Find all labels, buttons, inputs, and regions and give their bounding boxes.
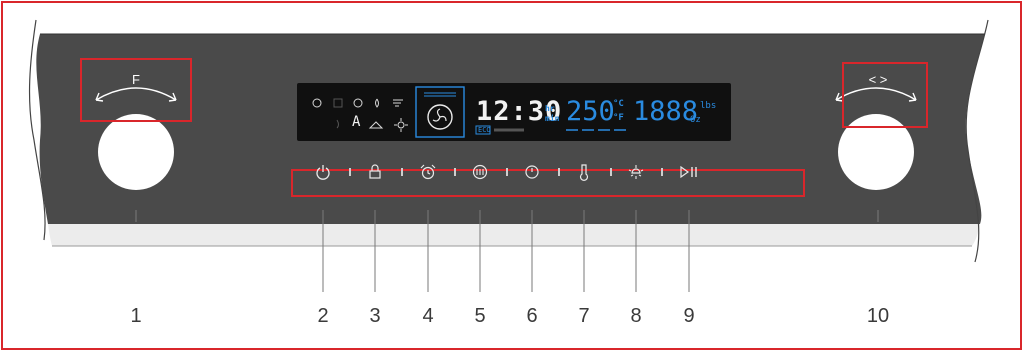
callout-10: 10: [866, 305, 890, 327]
weight-unit-lbs: lbs: [700, 101, 717, 111]
lock-icon: [369, 164, 381, 179]
callout-5: 5: [474, 305, 486, 327]
fast-preheat-icon: [472, 164, 488, 180]
callout-4: 4: [422, 305, 434, 327]
separator: [610, 168, 612, 176]
thermometer-icon: [579, 164, 589, 181]
alarm-icon: [420, 164, 436, 180]
power-icon: [316, 165, 330, 180]
play-pause-button[interactable]: [676, 161, 702, 183]
weight-readout: 1888: [633, 96, 699, 127]
callout-9: 9: [683, 305, 695, 327]
fast-preheat-button[interactable]: [467, 161, 493, 183]
timer-button[interactable]: [519, 161, 545, 183]
callout-3: 3: [369, 305, 381, 327]
separator: [454, 168, 456, 176]
knob-function-highlight: [80, 58, 192, 122]
callout-2: 2: [317, 305, 329, 327]
callout-6: 6: [526, 305, 538, 327]
temperature-readout: 250: [566, 96, 615, 127]
callout-1: 1: [130, 305, 142, 327]
light-button[interactable]: [623, 161, 649, 183]
temp-unit-f: °F: [613, 113, 624, 123]
time-unit-min: min: [545, 114, 560, 123]
mode-letter: A: [352, 114, 361, 130]
knob-function-label: F: [132, 72, 140, 87]
knob-adjust-label: < >: [868, 72, 888, 87]
separator: [661, 168, 663, 176]
oven-control-panel: [28, 19, 989, 292]
time-unit-hr: hr: [545, 104, 555, 113]
weight-unit-oz: Oz: [690, 115, 701, 125]
eco-indicator: ECO: [478, 126, 491, 134]
play-pause-icon: [680, 165, 697, 179]
lock-button[interactable]: [362, 161, 388, 183]
temp-unit-c: °C: [613, 99, 624, 109]
separator: [558, 168, 560, 176]
callout-7: 7: [578, 305, 590, 327]
timer-icon: [525, 165, 539, 179]
callout-8: 8: [630, 305, 642, 327]
alarm-button[interactable]: [415, 161, 441, 183]
knob-function: [98, 114, 174, 190]
panel-bottom-strip: [48, 224, 980, 246]
light-icon: [628, 165, 644, 179]
separator: [401, 168, 403, 176]
separator: [349, 168, 351, 176]
separator: [506, 168, 508, 176]
thermometer-button[interactable]: [571, 161, 597, 183]
power-button[interactable]: [310, 161, 336, 183]
